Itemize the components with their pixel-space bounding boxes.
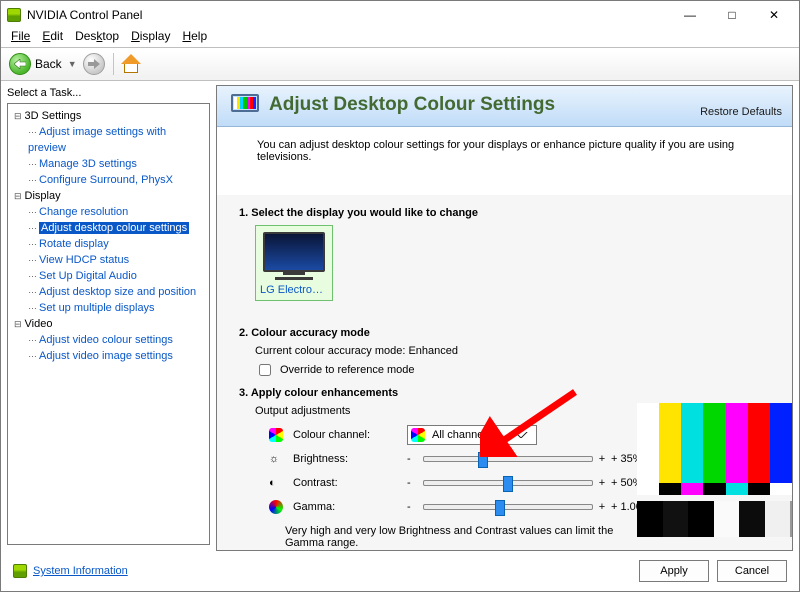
tree-video-image[interactable]: Adjust video image settings — [28, 348, 207, 364]
brightness-icon: ☼ — [269, 453, 291, 465]
override-checkbox-row[interactable]: Override to reference mode — [255, 361, 778, 379]
title-bar: NVIDIA Control Panel — □ ✕ — [1, 1, 799, 29]
gamma-thumb[interactable] — [495, 500, 505, 516]
override-checkbox[interactable] — [259, 364, 271, 376]
contrast-thumb[interactable] — [503, 476, 513, 492]
gamma-label: Gamma: — [293, 501, 405, 513]
apply-button[interactable]: Apply — [639, 560, 709, 582]
app-icon — [7, 8, 21, 22]
sec2-title: 2. Colour accuracy mode — [239, 327, 778, 339]
tree-multiple-displays[interactable]: Set up multiple displays — [28, 300, 207, 316]
gamma-slider[interactable] — [423, 504, 593, 510]
menu-display[interactable]: Display — [125, 29, 176, 47]
back-dropdown-icon[interactable]: ▼ — [68, 59, 77, 69]
menu-bar: File Edit Desktop Display Help — [1, 29, 799, 47]
menu-edit[interactable]: Edit — [36, 29, 69, 47]
sec3-title: 3. Apply colour enhancements — [239, 387, 778, 399]
menu-desktop[interactable]: Desktop — [69, 29, 125, 47]
minimize-button[interactable]: — — [669, 2, 711, 28]
system-information-link[interactable]: System Information — [13, 564, 128, 578]
arrow-right-icon — [88, 59, 100, 69]
accuracy-status: Current colour accuracy mode: Enhanced — [255, 345, 778, 357]
tree-3d-settings[interactable]: 3D Settings Adjust image settings with p… — [14, 108, 207, 188]
toolbar-separator — [113, 53, 114, 75]
monitor-icon — [263, 232, 325, 272]
main-body: You can adjust desktop colour settings f… — [217, 127, 792, 551]
task-label: Select a Task... — [7, 85, 210, 103]
toolbar: Back ▼ — [1, 47, 799, 81]
footer-bar: System Information Apply Cancel — [1, 551, 799, 591]
back-label: Back — [35, 57, 62, 71]
main-panel: Adjust Desktop Colour Settings Restore D… — [216, 85, 793, 551]
display-name: LG Electronics… — [260, 284, 328, 296]
minus-label: - — [407, 453, 421, 465]
home-icon[interactable] — [122, 55, 140, 73]
display-card[interactable]: LG Electronics… — [255, 225, 333, 301]
cancel-button[interactable]: Cancel — [717, 560, 787, 582]
palette-icon — [269, 428, 283, 442]
colour-test-pattern — [637, 403, 792, 537]
brightness-label: Brightness: — [293, 453, 405, 465]
back-button[interactable] — [9, 53, 31, 75]
tree-video[interactable]: Video Adjust video colour settings Adjus… — [14, 316, 207, 364]
channel-label: Colour channel: — [293, 429, 405, 441]
tree-configure-surround[interactable]: Configure Surround, PhysX — [28, 172, 207, 188]
window-title: NVIDIA Control Panel — [27, 8, 669, 22]
task-tree[interactable]: 3D Settings Adjust image settings with p… — [7, 103, 210, 545]
header-monitor-icon — [231, 94, 259, 116]
palette-icon-small — [411, 428, 425, 442]
tree-rotate-display[interactable]: Rotate display — [28, 236, 207, 252]
forward-button[interactable] — [83, 53, 105, 75]
menu-file-label: ile — [18, 29, 30, 43]
arrow-left-icon — [14, 59, 26, 69]
menu-file[interactable]: File — [5, 29, 36, 47]
page-description: You can adjust desktop colour settings f… — [257, 139, 778, 163]
tree-adjust-colour[interactable]: Adjust desktop colour settings — [28, 220, 207, 236]
tree-video-colour[interactable]: Adjust video colour settings — [28, 332, 207, 348]
maximize-button[interactable]: □ — [711, 2, 753, 28]
nvidia-icon — [13, 564, 27, 578]
brightness-slider[interactable] — [423, 456, 593, 462]
close-button[interactable]: ✕ — [753, 2, 795, 28]
gamma-note: Very high and very low Brightness and Co… — [285, 525, 615, 549]
section-select-display: 1. Select the display you would like to … — [239, 207, 778, 301]
section-accuracy-mode: 2. Colour accuracy mode Current colour a… — [239, 327, 778, 379]
main-header: Adjust Desktop Colour Settings Restore D… — [217, 86, 792, 127]
sec1-title: 1. Select the display you would like to … — [239, 207, 778, 219]
tree-adjust-image-preview[interactable]: Adjust image settings with preview — [28, 124, 207, 156]
contrast-icon: ◐ — [269, 477, 291, 489]
tree-hdcp-status[interactable]: View HDCP status — [28, 252, 207, 268]
tree-display[interactable]: Display Change resolution Adjust desktop… — [14, 188, 207, 316]
sidebar: Select a Task... 3D Settings Adjust imag… — [1, 81, 216, 551]
contrast-label: Contrast: — [293, 477, 405, 489]
tree-desktop-size[interactable]: Adjust desktop size and position — [28, 284, 207, 300]
gamma-icon — [269, 500, 283, 514]
restore-defaults-link[interactable]: Restore Defaults — [700, 106, 782, 118]
settings-section: 1. Select the display you would like to … — [217, 195, 792, 551]
app-window: NVIDIA Control Panel — □ ✕ File Edit Des… — [0, 0, 800, 592]
tree-change-resolution[interactable]: Change resolution — [28, 204, 207, 220]
brightness-thumb[interactable] — [478, 452, 488, 468]
contrast-slider[interactable] — [423, 480, 593, 486]
override-label: Override to reference mode — [280, 364, 415, 376]
colour-channel-select[interactable]: All channels — [407, 425, 537, 445]
plus-label: + — [595, 453, 609, 465]
page-title: Adjust Desktop Colour Settings — [269, 94, 555, 116]
tree-manage-3d[interactable]: Manage 3D settings — [28, 156, 207, 172]
menu-help[interactable]: Help — [176, 29, 213, 47]
body: Select a Task... 3D Settings Adjust imag… — [1, 81, 799, 551]
tree-digital-audio[interactable]: Set Up Digital Audio — [28, 268, 207, 284]
